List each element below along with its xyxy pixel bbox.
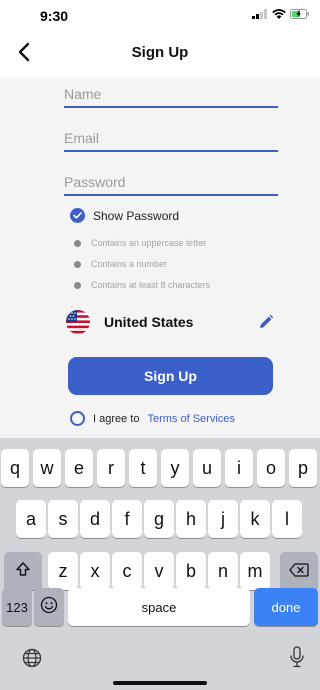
key-r[interactable]: r [97, 449, 125, 487]
key-l[interactable]: l [272, 500, 302, 538]
done-key[interactable]: done [254, 588, 318, 626]
key-f[interactable]: f [112, 500, 142, 538]
key-s[interactable]: s [48, 500, 78, 538]
numbers-key[interactable]: 123 [2, 588, 32, 626]
status-icons [252, 9, 310, 19]
key-m[interactable]: m [240, 552, 270, 590]
status-time: 9:30 [40, 8, 69, 24]
key-x[interactable]: x [80, 552, 110, 590]
password-rule-text: Contains a number [91, 259, 168, 269]
key-d[interactable]: d [80, 500, 110, 538]
password-input[interactable] [64, 170, 278, 196]
key-q[interactable]: q [1, 449, 29, 487]
name-input[interactable] [64, 82, 278, 108]
key-w[interactable]: w [33, 449, 61, 487]
us-flag-icon [66, 310, 90, 334]
key-o[interactable]: o [257, 449, 285, 487]
password-rule: Contains a number [74, 259, 167, 269]
microphone-icon[interactable] [286, 644, 308, 670]
nav-bar: Sign Up [0, 30, 320, 78]
bullet-icon [74, 281, 81, 289]
key-t[interactable]: t [129, 449, 157, 487]
bullet-icon [74, 260, 81, 268]
terms-link[interactable]: Terms of Services [147, 413, 234, 425]
show-password-label: Show Password [93, 208, 180, 223]
emoji-key[interactable] [34, 588, 64, 626]
agree-radio[interactable] [70, 411, 85, 426]
checkmark-icon [70, 208, 85, 223]
backspace-key[interactable] [280, 552, 318, 590]
key-y[interactable]: y [161, 449, 189, 487]
password-rule: Contains an uppercase letter [74, 238, 206, 248]
key-a[interactable]: a [16, 500, 46, 538]
key-b[interactable]: b [176, 552, 206, 590]
key-n[interactable]: n [208, 552, 238, 590]
key-g[interactable]: g [144, 500, 174, 538]
shift-key[interactable] [4, 552, 42, 590]
key-z[interactable]: z [48, 552, 78, 590]
signup-button[interactable]: Sign Up [68, 357, 273, 395]
password-rule: Contains at least 8 characters [74, 280, 210, 290]
status-bar: 9:30 [0, 0, 320, 30]
backspace-icon [289, 561, 309, 582]
battery-charging-icon [290, 9, 310, 19]
wifi-icon [272, 9, 286, 19]
keyboard: q w e r t y u i o p a s d f g h j k l z … [0, 438, 320, 690]
signup-form: Show Password Contains an uppercase lett… [0, 78, 320, 438]
shift-icon [15, 561, 31, 582]
password-rule-text: Contains an uppercase letter [91, 238, 207, 248]
page-title: Sign Up [131, 44, 189, 61]
emoji-icon [40, 596, 58, 619]
key-j[interactable]: j [208, 500, 238, 538]
country-name: United States [104, 314, 194, 330]
agree-text: I agree to [93, 412, 140, 425]
key-e[interactable]: e [65, 449, 93, 487]
signal-icon [252, 9, 268, 19]
country-selector[interactable]: United States [66, 310, 276, 334]
home-indicator [113, 681, 207, 685]
key-i[interactable]: i [225, 449, 253, 487]
agree-terms-row: I agree to Terms of Services [70, 411, 235, 426]
bullet-icon [74, 239, 81, 247]
space-key[interactable]: space [68, 588, 250, 626]
key-h[interactable]: h [176, 500, 206, 538]
key-c[interactable]: c [112, 552, 142, 590]
key-p[interactable]: p [289, 449, 317, 487]
show-password-checkbox[interactable]: Show Password [70, 208, 179, 223]
key-v[interactable]: v [144, 552, 174, 590]
pencil-icon[interactable] [256, 312, 276, 332]
password-rule-text: Contains at least 8 characters [91, 280, 211, 290]
key-u[interactable]: u [193, 449, 221, 487]
globe-icon[interactable] [20, 646, 44, 670]
key-k[interactable]: k [240, 500, 270, 538]
email-input[interactable] [64, 126, 278, 152]
